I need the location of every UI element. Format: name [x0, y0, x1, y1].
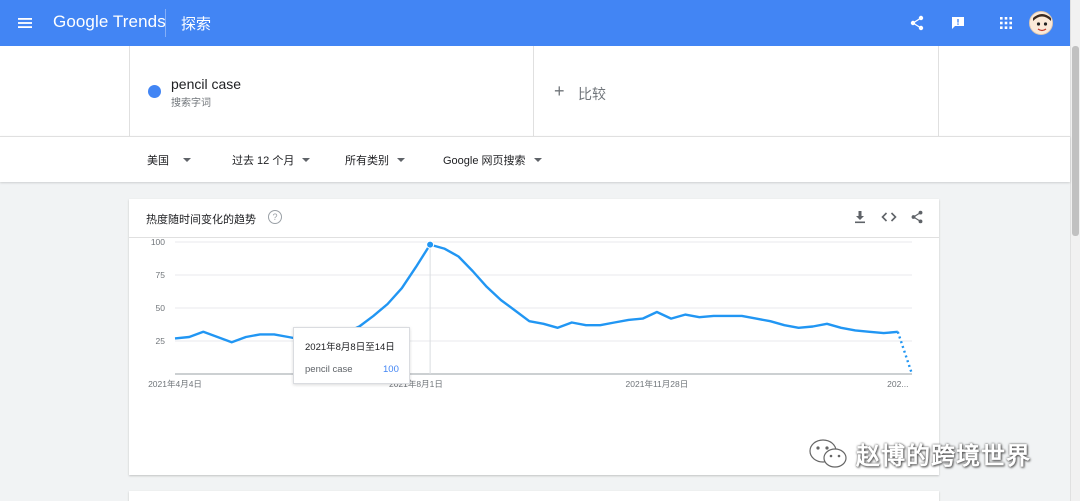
chart-tooltip: 2021年8月8日至14日 pencil case 100 — [293, 327, 410, 384]
region-dropdown[interactable]: 美国 — [147, 152, 191, 168]
dropdown-arrow-icon — [183, 158, 191, 162]
header-divider — [165, 9, 166, 37]
y-tick-label: 75 — [156, 270, 166, 280]
y-tick-label: 100 — [151, 239, 165, 247]
x-tick-label: 2021年11月28日 — [626, 379, 689, 389]
tooltip-date: 2021年8月8日至14日 — [305, 342, 395, 353]
y-tick-label: 50 — [156, 303, 166, 313]
dropdown-arrow-icon — [533, 158, 542, 162]
search-term-card[interactable]: pencil case 搜索字词 — [129, 46, 534, 136]
search-terms-bar: pencil case 搜索字词 + 比较 — [0, 46, 1070, 136]
interest-over-time-card: 热度随时间变化的趋势 ? 100 75 50 25 2021年4月4日 2021年8月1日… — [129, 199, 939, 475]
highlight-point — [426, 240, 435, 249]
compare-label[interactable]: 比较 — [578, 84, 606, 104]
help-icon[interactable]: ? — [268, 210, 282, 224]
share-icon[interactable] — [910, 210, 924, 224]
search-type-dropdown[interactable]: Google 网页搜索 — [443, 152, 542, 168]
tooltip-value: 100 — [383, 364, 399, 375]
period-value: 过去 12 个月 — [232, 155, 295, 167]
x-tick-label: 202... — [887, 379, 908, 389]
feedback-icon[interactable] — [950, 15, 966, 31]
page-title: 探索 — [181, 16, 212, 33]
card-divider — [129, 237, 939, 238]
dropdown-arrow-icon — [302, 158, 311, 162]
wechat-icon — [809, 438, 847, 468]
search-term-type: 搜索字词 — [171, 98, 211, 109]
x-tick-label: 2021年4月4日 — [148, 379, 202, 389]
share-icon[interactable] — [909, 15, 925, 31]
scrollbar-thumb[interactable] — [1072, 46, 1079, 236]
search-type-value: Google 网页搜索 — [443, 155, 526, 167]
compare-card[interactable]: + 比较 — [534, 46, 939, 136]
category-value: 所有类别 — [345, 155, 389, 167]
series-partial-line — [896, 331, 914, 375]
user-avatar[interactable] — [1029, 11, 1053, 35]
series-line — [174, 243, 898, 344]
download-icon[interactable] — [853, 210, 867, 224]
dropdown-arrow-icon — [397, 158, 405, 162]
menu-icon[interactable] — [16, 14, 34, 32]
period-dropdown[interactable]: 过去 12 个月 — [232, 152, 311, 168]
category-dropdown[interactable]: 所有类别 — [345, 152, 405, 168]
watermark-text: 赵博的跨境世界 — [856, 443, 1031, 470]
app-header: Google Trends 探索 — [0, 0, 1070, 46]
watermark: 赵博的跨境世界 — [808, 436, 1031, 471]
region-value: 美国 — [147, 155, 169, 167]
card-title: 热度随时间变化的趋势 — [146, 214, 256, 226]
trend-line-chart[interactable]: 1007550252021年4月4日 2021年8月1日 2021年11月28日 20… — [129, 239, 939, 429]
y-tick-label: 25 — [156, 336, 166, 346]
avatar-face-icon — [1030, 12, 1052, 34]
next-card — [129, 491, 939, 501]
apps-grid-icon[interactable] — [999, 16, 1013, 30]
search-term-name[interactable]: pencil case — [171, 76, 241, 92]
google-trends-logo[interactable]: Google Trends — [53, 12, 166, 32]
add-icon: + — [554, 81, 565, 101]
tooltip-term: pencil case — [305, 364, 353, 375]
term-color-dot — [148, 85, 161, 98]
filter-bar: 美国 过去 12 个月 所有类别 Google 网页搜索 — [0, 136, 1070, 182]
embed-code-icon[interactable] — [881, 210, 897, 224]
page-scrollbar[interactable] — [1070, 0, 1080, 501]
